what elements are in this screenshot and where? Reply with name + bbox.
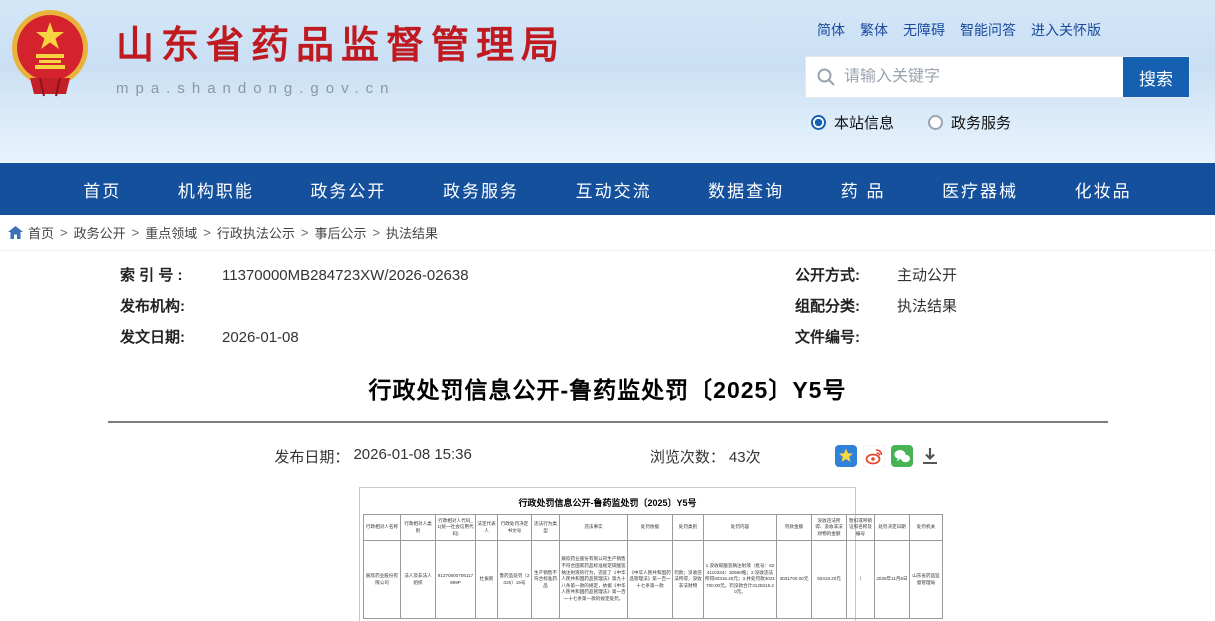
nav-data-query[interactable]: 数据查询 [708, 177, 784, 202]
penalty-table-container: 行政处罚信息公开-鲁药监处罚〔2025〕Y5号 行政相对人名称 行政相对人类别 … [359, 487, 856, 621]
meta-category: 组配分类: 执法结果 [795, 298, 1215, 316]
breadcrumb-key-areas[interactable]: 重点领域 [145, 223, 197, 242]
link-traditional[interactable]: 繁体 [860, 20, 888, 40]
breadcrumb: 首页> 政务公开> 重点领域> 行政执法公示> 事后公示> 执法结果 [0, 215, 1215, 251]
cell-party-name: 辰欣药业股份有限公司 [364, 541, 401, 619]
cell-decision-date: 2025年11月6日 [875, 541, 910, 619]
link-simplified[interactable]: 简体 [817, 20, 845, 40]
col-confiscation-amount: 没收违法所得、没收非法财物的金额 [812, 515, 847, 541]
meta-disclosure-method: 公开方式: 主动公开 [795, 267, 1215, 285]
site-header: 山东省药品监督管理局 mpa.shandong.gov.cn 简体 繁体 无障碍… [0, 0, 1215, 163]
col-legal-rep: 法定代表人 [476, 515, 498, 541]
col-decision-date: 处罚决定日期 [875, 515, 910, 541]
site-brand: 山东省药品监督管理局 mpa.shandong.gov.cn [10, 6, 566, 98]
page-title: 行政处罚信息公开-鲁药监处罚〔2025〕Y5号 [0, 371, 1215, 405]
cell-credit-code: 91370800706117999P [436, 541, 476, 619]
home-icon [8, 226, 23, 240]
col-violation-facts: 违法事实 [560, 515, 628, 541]
weibo-share-icon[interactable] [863, 445, 885, 467]
penalty-table: 行政相对人名称 行政相对人类别 行政相对人代码_1(统一社会信用代码) 法定代表… [363, 514, 943, 619]
link-care-version[interactable]: 进入关怀版 [1031, 20, 1101, 40]
cell-license-revocation: / [847, 541, 875, 619]
nav-gov-services[interactable]: 政务服务 [443, 177, 519, 202]
breadcrumb-gov-disclosure[interactable]: 政务公开 [74, 223, 126, 242]
radio-unselected-icon[interactable] [928, 115, 943, 130]
publish-date: 发布日期：2026-01-08 15:36 [274, 446, 471, 467]
nav-medical-devices[interactable]: 医疗器械 [942, 177, 1018, 202]
nav-home[interactable]: 首页 [83, 177, 121, 202]
search-scope-options: 本站信息 政务服务 [811, 112, 1195, 133]
main-navigation: 首页 机构职能 政务公开 政务服务 互动交流 数据查询 药 品 医疗器械 化妆品 [0, 163, 1215, 215]
qzone-share-icon[interactable] [835, 445, 857, 467]
radio-gov-services[interactable]: 政务服务 [928, 112, 1011, 133]
cell-penalty-content: 1.没收碳酸氢钠注射液（批号：624110334）30666瓶；2.没收违法所得… [704, 541, 777, 619]
cell-penalty-authority: 山东省药品监督管理局 [910, 541, 943, 619]
col-decision-doc-no: 行政处罚决定书文号 [498, 515, 532, 541]
breadcrumb-home[interactable]: 首页 [28, 223, 54, 242]
share-toolbar [835, 445, 941, 467]
cell-penalty-basis: 《中华人民共和国药品管理法》第一百一十七条第一款 [628, 541, 673, 619]
search-icon [816, 67, 836, 87]
document-meta: 索 引 号 : 11370000MB284723XW/2026-02638 发布… [0, 251, 1215, 347]
col-penalty-category: 处罚类别 [673, 515, 704, 541]
breadcrumb-law-enforcement[interactable]: 行政执法公示 [217, 223, 295, 242]
link-smart-qa[interactable]: 智能问答 [960, 20, 1016, 40]
meta-doc-number: 文件编号: [795, 329, 1215, 347]
penalty-table-title: 行政处罚信息公开-鲁药监处罚〔2025〕Y5号 [363, 496, 852, 509]
site-domain: mpa.shandong.gov.cn [116, 80, 566, 97]
nav-drugs[interactable]: 药 品 [841, 177, 886, 202]
meta-index-no: 索 引 号 : 11370000MB284723XW/2026-02638 [120, 267, 795, 285]
search-input[interactable] [844, 68, 1113, 86]
radio-site-info[interactable]: 本站信息 [811, 112, 894, 133]
cell-legal-rep: 杜振新 [476, 541, 498, 619]
col-violation-type: 违法行为类型 [532, 515, 560, 541]
meta-issue-date: 发文日期: 2026-01-08 [120, 329, 795, 347]
breadcrumb-enforcement-results[interactable]: 执法结果 [386, 223, 438, 242]
cell-fine-amount: 3031700.00元 [777, 541, 812, 619]
view-count: 浏览次数：43次 [650, 446, 761, 467]
quick-links: 简体 繁体 无障碍 智能问答 进入关怀版 [817, 20, 1195, 40]
col-penalty-basis: 处罚依据 [628, 515, 673, 541]
download-icon[interactable] [919, 445, 941, 467]
cell-violation-facts: 辰欣药业股份有限公司生产销售不符合国家药品标准规定碳酸氢钠注射液的行为，违反了《… [560, 541, 628, 619]
search-bar: 搜索 [805, 56, 1190, 98]
col-party-name: 行政相对人名称 [364, 515, 401, 541]
search-button[interactable]: 搜索 [1123, 57, 1189, 97]
cell-decision-doc-no: 鲁药监处罚〔2025〕15号 [498, 541, 532, 619]
cell-confiscation-amount: 93318.20元 [812, 541, 847, 619]
nav-functions[interactable]: 机构职能 [178, 177, 254, 202]
radio-selected-icon[interactable] [811, 115, 826, 130]
col-penalty-content: 处罚内容 [704, 515, 777, 541]
col-penalty-authority: 处罚机关 [910, 515, 943, 541]
col-fine-amount: 罚款金额 [777, 515, 812, 541]
nav-cosmetics[interactable]: 化妆品 [1075, 177, 1132, 202]
nav-interaction[interactable]: 互动交流 [576, 177, 652, 202]
title-divider [108, 421, 1108, 423]
penalty-table-header-row: 行政相对人名称 行政相对人类别 行政相对人代码_1(统一社会信用代码) 法定代表… [364, 515, 943, 541]
cell-violation-type: 生产销售不符合标准药品 [532, 541, 560, 619]
col-party-type: 行政相对人类别 [401, 515, 436, 541]
national-emblem-logo [10, 6, 90, 98]
publish-info-row: 发布日期：2026-01-08 15:36 浏览次数：43次 [0, 445, 1215, 467]
cell-party-type: 法人及非法人组织 [401, 541, 436, 619]
meta-publishing-agency: 发布机构: [120, 298, 795, 316]
wechat-share-icon[interactable] [891, 445, 913, 467]
penalty-table-row: 辰欣药业股份有限公司 法人及非法人组织 91370800706117999P 杜… [364, 541, 943, 619]
nav-gov-disclosure[interactable]: 政务公开 [310, 177, 386, 202]
col-license-revocation: 暂扣或吊销证照名称及编号 [847, 515, 875, 541]
breadcrumb-post-disclosure[interactable]: 事后公示 [314, 223, 366, 242]
site-title: 山东省药品监督管理局 [116, 24, 566, 70]
cell-penalty-category: 罚款；没收违法所得，没收非法财物 [673, 541, 704, 619]
link-accessibility[interactable]: 无障碍 [903, 20, 945, 40]
col-credit-code: 行政相对人代码_1(统一社会信用代码) [436, 515, 476, 541]
